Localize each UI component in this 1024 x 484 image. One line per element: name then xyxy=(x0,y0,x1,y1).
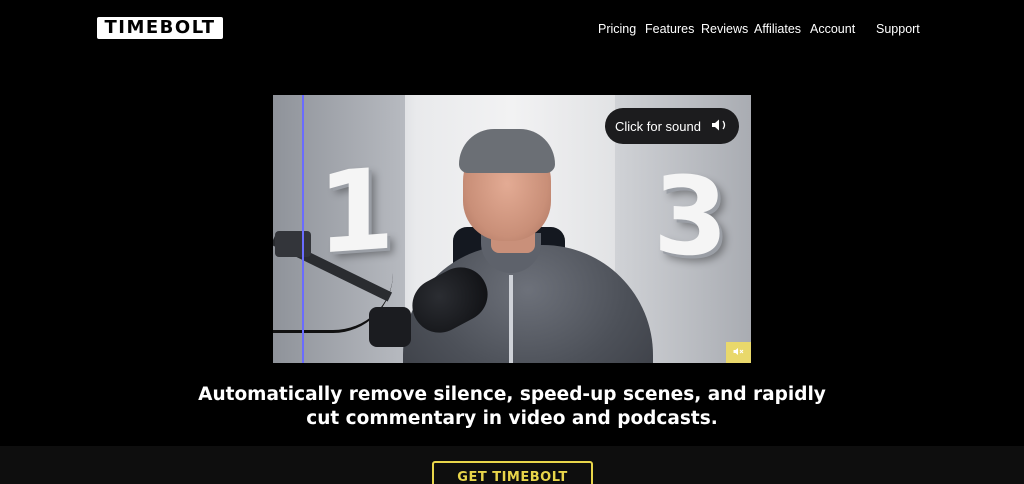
nav-account[interactable]: Account xyxy=(810,21,855,37)
hero-headline-line-2: cut commentary in video and podcasts. xyxy=(306,408,718,429)
sound-prompt-label: Click for sound xyxy=(615,118,701,134)
click-for-sound-button[interactable]: Click for sound xyxy=(605,108,739,144)
get-timebolt-button[interactable]: GET TIMEBOLT xyxy=(432,461,593,484)
video-digit-three: 3 xyxy=(653,153,729,282)
video-presenter-zipper xyxy=(509,275,513,363)
nav-affiliates[interactable]: Affiliates xyxy=(754,21,801,37)
video-presenter-hair xyxy=(459,129,555,173)
nav-features[interactable]: Features xyxy=(645,21,694,37)
mute-toggle-button[interactable] xyxy=(726,342,751,363)
hero-headline-line-1: Automatically remove silence, speed-up s… xyxy=(198,384,826,405)
video-guide-line xyxy=(302,95,304,363)
nav-pricing[interactable]: Pricing xyxy=(598,21,636,37)
main-nav: Pricing Features Reviews Affiliates Acco… xyxy=(0,21,1024,37)
video-mic-mount xyxy=(369,307,411,347)
speaker-icon xyxy=(711,118,729,135)
speaker-muted-icon xyxy=(733,347,745,358)
hero-video[interactable]: 1 3 Click for sound xyxy=(273,95,751,363)
site-header: TIMEBOLT Pricing Features Reviews Affili… xyxy=(0,0,1024,58)
nav-support[interactable]: Support xyxy=(876,21,920,37)
hero-headline: Automatically remove silence, speed-up s… xyxy=(0,383,1024,431)
video-mic-clamp xyxy=(275,231,311,257)
video-digit-one: 1 xyxy=(317,144,395,280)
nav-reviews[interactable]: Reviews xyxy=(701,21,748,37)
